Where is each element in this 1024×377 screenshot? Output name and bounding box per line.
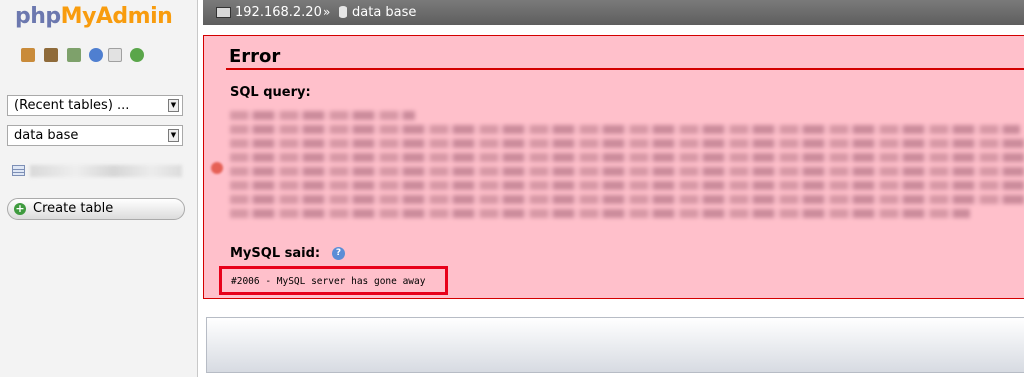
copy-icon[interactable] [108,48,122,62]
server-icon [216,7,231,18]
create-table-label: Create table [33,201,114,216]
reload-icon[interactable] [130,48,144,62]
error-icon [211,162,223,174]
database-icon [339,6,347,18]
redacted-table-name [30,165,182,177]
breadcrumb-database[interactable]: data base [352,5,416,20]
redacted-sql-query [230,111,1024,229]
chevron-down-icon: ▼ [168,99,179,112]
mysql-said-label: MySQL said: [230,246,321,261]
database-select[interactable]: data base ▼ [7,125,183,146]
home-icon[interactable] [21,48,35,62]
logo-php: php [15,4,61,29]
error-title: Error [229,46,281,67]
logo-myadmin: MyAdmin [60,4,173,29]
exit-icon[interactable] [44,48,58,62]
chevron-down-icon: ▼ [168,129,179,142]
breadcrumb-separator: » [323,5,331,19]
error-message-box: #2006 - MySQL server has gone away [219,266,448,295]
breadcrumb: 192.168.2.20 » data base [203,0,1024,25]
error-message: #2006 - MySQL server has gone away [231,276,426,287]
database-select-label: data base [14,128,79,143]
query-window-icon[interactable] [67,48,81,62]
recent-tables-select[interactable]: (Recent tables) ... ▼ [7,95,183,116]
create-table-button[interactable]: + Create table [7,198,185,220]
recent-tables-label: (Recent tables) ... [14,98,130,113]
console-panel [206,317,1024,373]
plus-icon: + [14,202,26,215]
docs-icon[interactable] [89,48,103,62]
phpmyadmin-logo[interactable]: phpMyAdmin [15,4,173,29]
navigation-panel: phpMyAdmin (Recent tables) ... ▼ data ba… [0,0,198,377]
sql-query-label: SQL query: [230,85,311,100]
breadcrumb-server[interactable]: 192.168.2.20 [235,5,322,20]
error-divider [226,68,1024,70]
error-panel: Error SQL query: MySQL said: ? #2006 - M… [203,35,1024,299]
table-icon [12,165,25,176]
help-icon[interactable]: ? [332,247,345,260]
